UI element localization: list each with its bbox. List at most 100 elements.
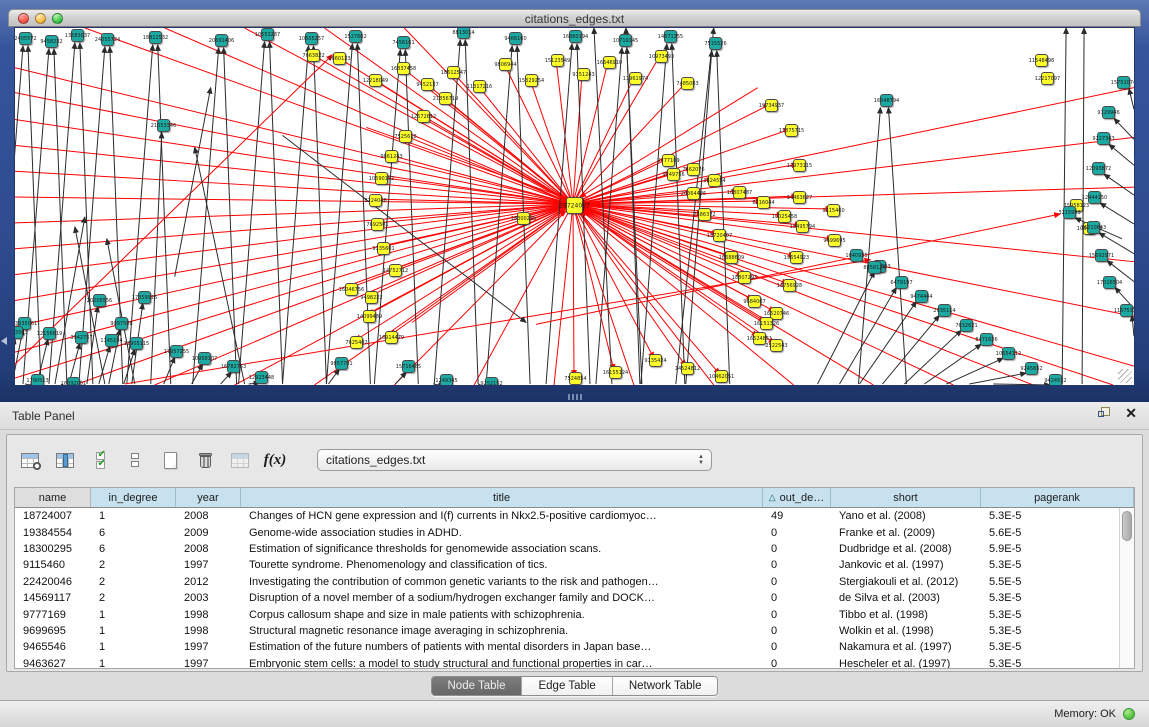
graph-node[interactable]: 3624554 — [708, 174, 721, 187]
graph-node[interactable]: 18756928 — [783, 279, 796, 292]
tab-edge-table[interactable]: Edge Table — [522, 677, 612, 695]
graph-node[interactable]: 9135601 — [377, 242, 390, 255]
graph-node[interactable]: 10590152 — [375, 172, 388, 185]
graph-node[interactable]: 19734937 — [765, 99, 778, 112]
graph-node[interactable]: 1640935 — [850, 249, 863, 262]
graph-node[interactable]: 10688609 — [725, 251, 738, 264]
table-row[interactable]: 946362711997Embryonic stem cells: a mode… — [15, 656, 1119, 669]
graph-node[interactable]: 12217097 — [1041, 72, 1054, 85]
new-table-icon[interactable] — [159, 449, 181, 471]
graph-node[interactable]: 17016504 — [1103, 276, 1116, 289]
scrollbar-thumb[interactable] — [1122, 511, 1132, 541]
graph-node[interactable]: 14524812 — [681, 362, 694, 375]
graph-node[interactable]: 7456161 — [397, 36, 410, 49]
collapse-arrow-icon[interactable] — [1, 337, 7, 345]
graph-node[interactable]: 16151326 — [760, 317, 773, 330]
graph-node[interactable]: 16155124 — [609, 366, 622, 379]
graph-node[interactable]: 9749756 — [667, 168, 680, 181]
graph-node[interactable]: 18495794 — [796, 220, 809, 233]
graph-node[interactable]: 15123549 — [551, 54, 564, 67]
table-row[interactable]: 1830029562008Estimation of significance … — [15, 541, 1119, 557]
table-row[interactable]: 1938455462009Genome-wide association stu… — [15, 524, 1119, 540]
graph-node[interactable]: 9661243 — [385, 150, 398, 163]
column-header-indegree[interactable]: in_degree — [91, 488, 176, 507]
import-table-icon[interactable] — [229, 449, 251, 471]
graph-node[interactable]: 8858124 — [868, 261, 881, 274]
graph-node[interactable]: 7663822 — [307, 49, 320, 62]
table-row[interactable]: 969969511998Structural magnetic resonanc… — [15, 623, 1119, 639]
graph-node[interactable]: 9129946 — [1102, 106, 1115, 119]
graph-node[interactable]: 9660123 — [333, 52, 346, 65]
graph-node[interactable]: 9777169 — [662, 154, 675, 167]
table-settings-icon[interactable] — [19, 449, 41, 471]
table-column-icon[interactable] — [54, 449, 76, 471]
graph-node[interactable]: 9115460 — [827, 204, 840, 217]
graph-node[interactable]: 12572612 — [417, 110, 430, 123]
graph-node[interactable]: 7625402 — [350, 336, 363, 349]
graph-node[interactable]: 17359926 — [138, 291, 151, 304]
graph-node[interactable]: 7632621 — [960, 319, 973, 332]
table-row[interactable]: 911546021997Tourette syndrome. Phenomeno… — [15, 557, 1119, 573]
graph-node[interactable]: 10719145 — [619, 34, 632, 47]
graph-node[interactable]: 1145194 — [105, 334, 118, 347]
table-row[interactable]: 1456911722003Disruption of a novel membe… — [15, 590, 1119, 606]
graph-node[interactable]: 9458232 — [45, 35, 58, 48]
graph-node[interactable]: 10654112 — [1002, 347, 1015, 360]
graph-node[interactable]: 17875715 — [785, 124, 798, 137]
graph-node[interactable]: 14099489 — [363, 310, 376, 323]
graph-node[interactable]: 16914479 — [385, 331, 398, 344]
graph-node[interactable]: 11548498 — [1035, 54, 1048, 67]
graph-node[interactable]: 3215953 — [1063, 206, 1076, 219]
graph-node[interactable]: 15329254 — [525, 74, 538, 87]
graph-node[interactable]: 10655257 — [305, 32, 318, 45]
graph-node[interactable]: 3942757 — [75, 331, 88, 344]
graph-node[interactable]: 10553287 — [261, 28, 274, 41]
graph-node[interactable]: 10025458 — [778, 210, 791, 223]
graph-node[interactable]: 14671355 — [664, 30, 677, 43]
network-selector-dropdown[interactable]: citations_edges.txt ▲▼ — [317, 449, 712, 471]
graph-node[interactable]: 20691406 — [215, 34, 228, 47]
graph-node[interactable]: 1527602 — [349, 30, 362, 43]
graph-node[interactable]: 2522543 — [770, 339, 783, 352]
graph-node[interactable]: 9245652 — [1025, 362, 1038, 375]
column-header-year[interactable]: year — [176, 488, 241, 507]
graph-node[interactable]: 8471626 — [980, 333, 993, 346]
graph-node[interactable]: 9097588 — [115, 317, 128, 330]
row-height-icon[interactable] — [124, 449, 146, 471]
graph-node[interactable]: 9151243 — [577, 68, 590, 81]
graph-node[interactable]: 18300295 — [517, 212, 530, 225]
graph-hub-node[interactable]: 18724007 — [566, 197, 583, 214]
graph-node[interactable]: 12218049 — [369, 74, 382, 87]
graph-node[interactable]: 7515526 — [709, 37, 722, 50]
graph-node[interactable]: 15692971 — [1095, 249, 1108, 262]
tab-network-table[interactable]: Network Table — [613, 677, 718, 695]
graph-node[interactable]: 12973115 — [793, 159, 806, 172]
graph-node[interactable]: 9857791 — [335, 357, 348, 370]
graph-node[interactable]: 9699695 — [828, 234, 841, 247]
column-header-title[interactable]: title — [241, 488, 763, 507]
graph-node[interactable]: 12093872 — [1092, 162, 1105, 175]
graph-node[interactable]: 18612547 — [447, 66, 460, 79]
graph-node[interactable]: 12923448 — [255, 371, 268, 384]
graph-node[interactable]: 16210643 — [1087, 221, 1100, 234]
tab-node-table[interactable]: Node Table — [432, 677, 523, 695]
graph-node[interactable]: 7524854 — [569, 372, 582, 385]
graph-node[interactable]: 10807487 — [733, 186, 746, 199]
graph-node[interactable]: 7485083 — [681, 77, 694, 90]
graph-node[interactable]: 15720407 — [713, 229, 726, 242]
graph-node[interactable]: 2405572 — [19, 32, 32, 45]
network-view-canvas[interactable]: 9777169746207697497563624554203644861080… — [14, 27, 1135, 386]
graph-node[interactable]: 16782753 — [227, 360, 240, 373]
graph-node[interactable]: 9452137 — [421, 78, 434, 91]
graph-node[interactable]: 12444150 — [1088, 191, 1101, 204]
table-row[interactable]: 946554611997Estimation of the future num… — [15, 639, 1119, 655]
graph-node[interactable]: 8813014 — [457, 27, 470, 39]
graph-node[interactable]: 16046756 — [345, 283, 358, 296]
graph-node[interactable]: 13583037 — [71, 29, 84, 42]
function-builder-icon[interactable]: f(x) — [264, 449, 286, 471]
graph-node[interactable]: 9684067 — [748, 295, 761, 308]
graph-node[interactable]: 21856719 — [439, 92, 452, 105]
graph-node[interactable]: 15751074 — [1117, 76, 1130, 89]
graph-node[interactable]: 12156819 — [43, 327, 56, 340]
panel-splitter-handle[interactable] — [568, 394, 582, 400]
